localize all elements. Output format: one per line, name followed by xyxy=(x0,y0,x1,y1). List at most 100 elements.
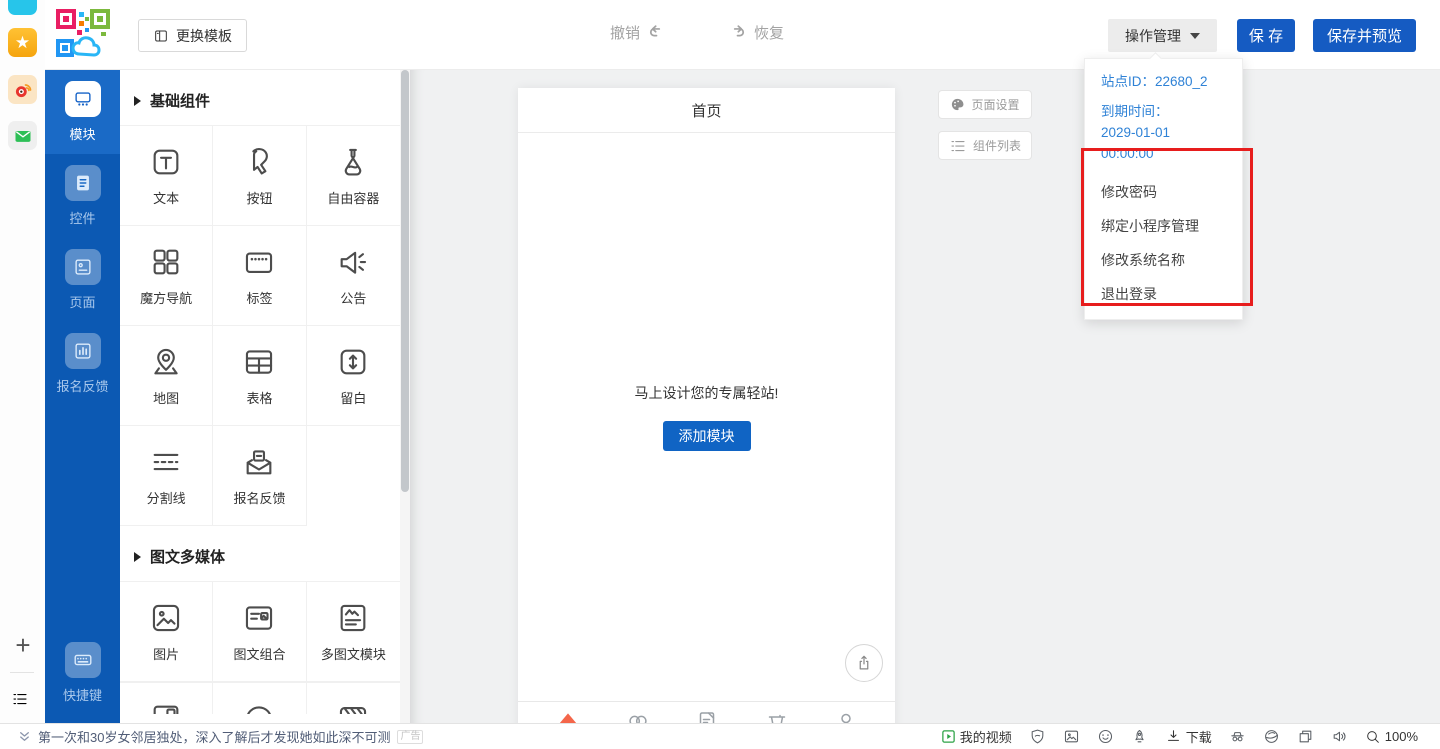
sidebar-item-label: 快捷键 xyxy=(63,685,102,704)
palette-icon xyxy=(950,97,965,112)
component-item-表格[interactable]: 表格 xyxy=(213,326,306,426)
speaker-icon[interactable] xyxy=(1331,728,1348,745)
scrollbar-thumb[interactable] xyxy=(401,70,409,492)
component-item-分割线[interactable]: 分割线 xyxy=(120,426,213,526)
play-badge-icon xyxy=(941,729,956,744)
component-item-多图文模块[interactable]: 多图文模块 xyxy=(307,582,400,682)
change-template-label: 更换模板 xyxy=(176,26,232,46)
browser-statusbar: 第一次和30岁女邻居独处，深入了解后才发现她如此深不可测 广告 我的视频 下载 … xyxy=(0,723,1440,749)
component-item-地图[interactable]: 地图 xyxy=(120,326,213,426)
phone-preview: 首页 马上设计您的专属轻站! 添加模块 xyxy=(518,88,895,723)
nav-chart-icon xyxy=(65,333,101,369)
component-label: 分割线 xyxy=(147,488,186,507)
section-header-基础组件[interactable]: 基础组件 xyxy=(120,70,400,125)
component-item-图文组合[interactable]: 图文组合 xyxy=(213,582,306,682)
sidebar-item-label: 控件 xyxy=(69,208,95,227)
download-icon xyxy=(1165,728,1182,745)
save-button[interactable]: 保 存 xyxy=(1237,19,1295,52)
module-nav-sidebar: 模块控件页面报名反馈快捷键 xyxy=(45,70,120,723)
editor-canvas: 首页 马上设计您的专属轻站! 添加模块 页面设置 组件列表 xyxy=(410,70,1440,723)
dropdown-item-修改密码[interactable]: 修改密码 xyxy=(1085,175,1242,209)
phone-tabbar xyxy=(518,701,895,723)
app-logo[interactable] xyxy=(55,8,111,62)
windows-icon[interactable] xyxy=(1297,728,1314,745)
dropdown-item-绑定小程序管理[interactable]: 绑定小程序管理 xyxy=(1085,209,1242,243)
change-template-button[interactable]: 更换模板 xyxy=(138,19,247,52)
nav-module-icon xyxy=(65,81,101,117)
dropdown-item-修改系统名称[interactable]: 修改系统名称 xyxy=(1085,243,1242,277)
strip-menu-icon[interactable] xyxy=(11,690,29,708)
ad-link[interactable]: 第一次和30岁女邻居独处，深入了解后才发现她如此深不可测 广告 xyxy=(0,727,423,746)
mail-app-icon[interactable] xyxy=(8,121,37,150)
sidebar-item-控件[interactable]: 控件 xyxy=(45,154,120,238)
rocket-icon[interactable] xyxy=(1131,728,1148,745)
table-icon xyxy=(242,345,276,379)
face-icon[interactable] xyxy=(1097,728,1114,745)
undo-button[interactable]: 撤销 xyxy=(610,22,666,43)
redo-icon xyxy=(728,23,747,42)
redo-label: 恢复 xyxy=(754,22,784,43)
component-item-partial[interactable] xyxy=(307,683,400,714)
save-preview-button[interactable]: 保存并预览 xyxy=(1313,19,1416,52)
weibo-app-icon[interactable] xyxy=(8,75,37,104)
ad-badge: 广告 xyxy=(397,730,423,744)
photo-icon[interactable] xyxy=(1063,728,1080,745)
section-header-图文多媒体[interactable]: 图文多媒体 xyxy=(120,526,400,581)
component-item-partial[interactable] xyxy=(120,683,213,714)
download-button[interactable]: 下载 xyxy=(1165,727,1212,746)
spacer-icon xyxy=(336,345,370,379)
tab-cart-icon[interactable] xyxy=(765,709,789,723)
tab-rings-icon[interactable] xyxy=(626,709,650,723)
sidebar-item-页面[interactable]: 页面 xyxy=(45,238,120,322)
component-label: 图文组合 xyxy=(233,644,285,663)
my-videos-label: 我的视频 xyxy=(960,727,1012,746)
component-item-文本[interactable]: 文本 xyxy=(120,126,213,226)
magnifier-icon xyxy=(1365,729,1381,745)
add-shortcut-button[interactable]: + xyxy=(10,632,36,660)
divider xyxy=(10,672,34,673)
component-grid: 图片 图文组合 多图文模块 xyxy=(120,581,400,682)
component-item-报名反馈[interactable]: 报名反馈 xyxy=(213,426,306,526)
app-icon-partial[interactable] xyxy=(8,0,37,15)
component-item-标签[interactable]: 标签 xyxy=(213,226,306,326)
tabs-icon xyxy=(242,245,276,279)
ie-icon[interactable] xyxy=(1263,728,1280,745)
star-app-icon[interactable]: ★ xyxy=(8,28,37,57)
tab-news-icon[interactable] xyxy=(695,709,719,723)
section-title: 基础组件 xyxy=(150,90,210,111)
sidebar-item-模块[interactable]: 模块 xyxy=(45,70,120,154)
zoom-level: 100% xyxy=(1385,729,1418,744)
component-item-图片[interactable]: 图片 xyxy=(120,582,213,682)
map-icon xyxy=(149,345,183,379)
component-list-button[interactable]: 组件列表 xyxy=(938,131,1032,160)
shield-icon[interactable] xyxy=(1029,728,1046,745)
add-module-button[interactable]: 添加模块 xyxy=(663,421,751,451)
tab-home-icon[interactable] xyxy=(555,709,581,723)
panel-scrollbar[interactable] xyxy=(400,70,410,723)
empty-hint-text: 马上设计您的专属轻站! xyxy=(518,383,895,403)
tab-profile-icon[interactable] xyxy=(834,709,858,723)
incognito-icon[interactable] xyxy=(1229,728,1246,745)
component-item-按钮[interactable]: 按钮 xyxy=(213,126,306,226)
redo-button[interactable]: 恢复 xyxy=(728,22,784,43)
my-videos-button[interactable]: 我的视频 xyxy=(941,727,1012,746)
sidebar-item-快捷键[interactable]: 快捷键 xyxy=(45,631,120,715)
announce-icon xyxy=(336,245,370,279)
zoom-control[interactable]: 100% xyxy=(1365,729,1418,745)
component-label: 图片 xyxy=(153,644,179,663)
sidebar-item-label: 页面 xyxy=(69,292,95,311)
chevron-down-icon xyxy=(1190,33,1200,39)
component-item-partial[interactable] xyxy=(213,683,306,714)
page-settings-button[interactable]: 页面设置 xyxy=(938,90,1032,119)
component-item-公告[interactable]: 公告 xyxy=(307,226,400,326)
dropdown-item-退出登录[interactable]: 退出登录 xyxy=(1085,277,1242,311)
component-item-自由容器[interactable]: 自由容器 xyxy=(307,126,400,226)
ad-text: 第一次和30岁女邻居独处，深入了解后才发现她如此深不可测 xyxy=(38,727,390,746)
component-item-留白[interactable]: 留白 xyxy=(307,326,400,426)
component-item-魔方导航[interactable]: 魔方导航 xyxy=(120,226,213,326)
list-icon xyxy=(949,137,967,155)
sidebar-item-报名反馈[interactable]: 报名反馈 xyxy=(45,322,120,406)
manage-dropdown-button[interactable]: 操作管理 xyxy=(1108,19,1217,52)
share-icon[interactable] xyxy=(845,644,883,682)
component-label: 按钮 xyxy=(246,188,272,207)
